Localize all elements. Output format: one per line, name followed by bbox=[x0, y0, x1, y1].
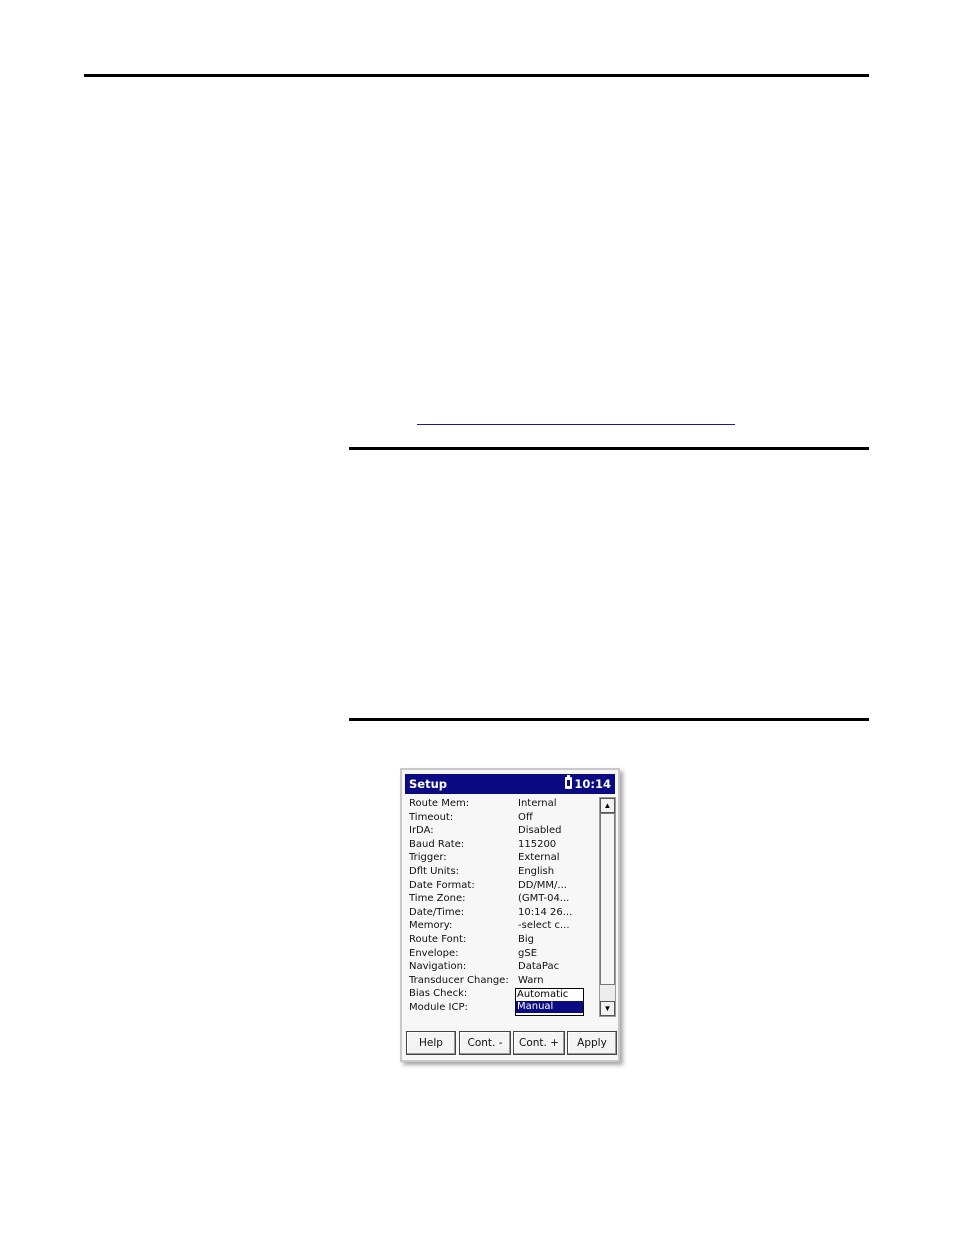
setting-value[interactable]: DataPac bbox=[518, 960, 559, 974]
setting-label: Trigger: bbox=[409, 852, 447, 864]
setting-label: Transducer Change: bbox=[409, 974, 509, 986]
setting-label: Baud Rate: bbox=[409, 838, 465, 850]
settings-list: Route Mem: Internal Timeout: Off IrDA: Disa… bbox=[409, 797, 597, 1015]
setting-value[interactable]: 115200 bbox=[518, 838, 556, 852]
setting-row[interactable]: Baud Rate: 115200 bbox=[409, 838, 597, 852]
setting-label: Timeout: bbox=[409, 811, 454, 823]
clock-time: 10:14 bbox=[574, 777, 611, 791]
dropdown-option-automatic[interactable]: Automatic bbox=[516, 989, 583, 1001]
setting-row[interactable]: Route Font: Big bbox=[409, 933, 597, 947]
setting-row[interactable]: IrDA: Disabled bbox=[409, 824, 597, 838]
setting-value[interactable]: DD/MM/... bbox=[518, 879, 567, 893]
setting-row[interactable]: Route Mem: Internal bbox=[409, 797, 597, 811]
setting-label: Navigation: bbox=[409, 961, 467, 973]
setting-row[interactable]: Navigation: DataPac bbox=[409, 960, 597, 974]
setting-row[interactable]: Time Zone: (GMT-04... bbox=[409, 892, 597, 906]
scroll-thumb[interactable] bbox=[600, 813, 615, 985]
setup-screen: Setup 10:14 Route Mem: Internal Timeout: O… bbox=[400, 768, 620, 1062]
dropdown-option-manual[interactable]: Manual bbox=[516, 1001, 583, 1013]
setting-row[interactable]: Dflt Units: English bbox=[409, 865, 597, 879]
setting-value[interactable]: External bbox=[518, 851, 560, 865]
section-rule-bottom bbox=[349, 718, 869, 721]
setting-value[interactable]: gSE bbox=[518, 947, 537, 961]
battery-icon bbox=[565, 775, 572, 789]
setting-row[interactable]: Memory: -select c... bbox=[409, 919, 597, 933]
setting-row[interactable]: Trigger: External bbox=[409, 851, 597, 865]
contrast-plus-button[interactable]: Cont. + bbox=[513, 1031, 565, 1055]
setting-label: Memory: bbox=[409, 920, 453, 932]
setting-value[interactable]: Internal bbox=[518, 797, 557, 811]
scroll-down-arrow-icon[interactable]: ▼ bbox=[600, 1001, 615, 1016]
setting-row[interactable]: Transducer Change: Warn bbox=[409, 974, 597, 988]
top-rule bbox=[84, 74, 869, 77]
screen-title: Setup bbox=[409, 777, 447, 791]
setting-label: Bias Check: bbox=[409, 988, 468, 1000]
setting-value[interactable]: Big bbox=[518, 933, 534, 947]
hyperlink-underline[interactable] bbox=[417, 424, 735, 425]
setting-label: Date Format: bbox=[409, 879, 475, 891]
contrast-minus-button[interactable]: Cont. - bbox=[459, 1031, 511, 1055]
setting-row[interactable]: Timeout: Off bbox=[409, 811, 597, 825]
bias-check-dropdown[interactable]: Automatic Manual bbox=[515, 988, 584, 1016]
setting-label: Envelope: bbox=[409, 947, 459, 959]
setting-value[interactable]: 10:14 26... bbox=[518, 906, 572, 920]
softkey-bar: Help Cont. - Cont. + Apply bbox=[405, 1031, 617, 1057]
section-rule-top bbox=[349, 447, 869, 450]
setting-label: Dflt Units: bbox=[409, 865, 460, 877]
setting-label: Date/Time: bbox=[409, 906, 465, 918]
setting-label: Time Zone: bbox=[409, 893, 466, 905]
help-button[interactable]: Help bbox=[406, 1031, 456, 1055]
setting-value[interactable]: Off bbox=[518, 811, 533, 825]
setting-value[interactable]: Disabled bbox=[518, 824, 561, 838]
setting-value[interactable]: (GMT-04... bbox=[518, 892, 569, 906]
setting-value[interactable]: English bbox=[518, 865, 554, 879]
setting-label: Route Font: bbox=[409, 933, 467, 945]
scroll-up-arrow-icon[interactable]: ▲ bbox=[600, 798, 615, 813]
setting-label: Route Mem: bbox=[409, 798, 470, 809]
title-bar: Setup 10:14 bbox=[405, 774, 615, 794]
setting-row[interactable]: Envelope: gSE bbox=[409, 947, 597, 961]
setting-value[interactable]: Warn bbox=[518, 974, 544, 988]
setting-label: Module ICP: bbox=[409, 1001, 468, 1013]
setting-value[interactable]: -select c... bbox=[518, 919, 570, 933]
setting-row[interactable]: Date Format: DD/MM/... bbox=[409, 879, 597, 893]
apply-button[interactable]: Apply bbox=[567, 1031, 617, 1055]
vertical-scrollbar[interactable]: ▲ ▼ bbox=[599, 797, 616, 1017]
setting-label: IrDA: bbox=[409, 825, 434, 837]
setting-row[interactable]: Date/Time: 10:14 26... bbox=[409, 906, 597, 920]
